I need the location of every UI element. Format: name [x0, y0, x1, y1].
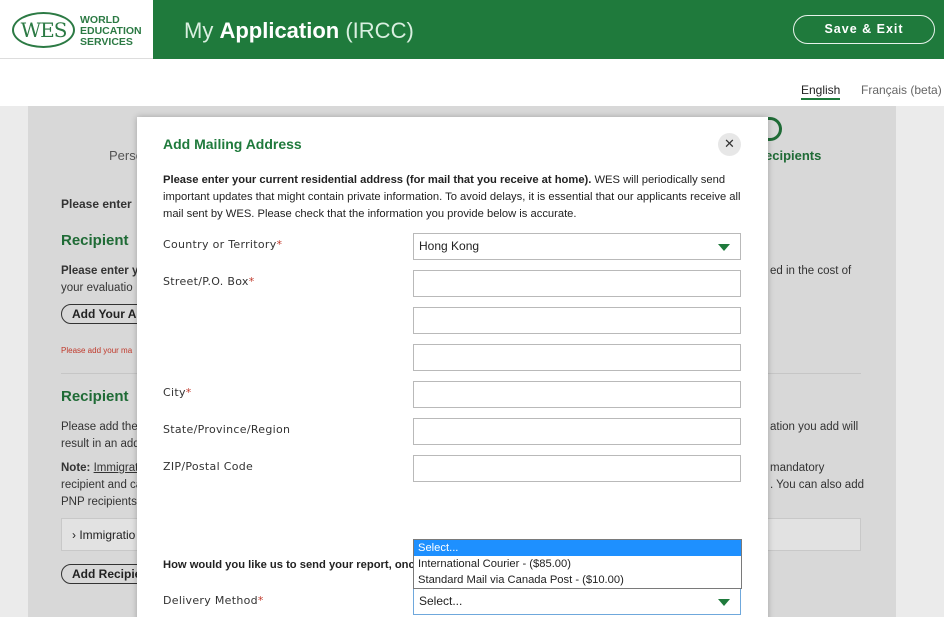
bg-text-line: ation you add will	[770, 421, 859, 433]
country-label: Country or Territory*	[163, 238, 283, 251]
bg-recipient-heading: Recipient	[61, 388, 129, 405]
dropdown-option[interactable]: Standard Mail via Canada Post - ($10.00)	[414, 572, 741, 588]
bg-note: Note: Immigrat	[61, 462, 139, 474]
bg-text-line: recipient and ca	[61, 479, 143, 491]
bg-text-line: PNP recipients	[61, 496, 137, 508]
state-input[interactable]	[413, 418, 741, 445]
bg-text-line: your evaluatio	[61, 282, 133, 294]
delivery-method-dropdown: Select... International Courier - ($85.0…	[413, 539, 742, 589]
dropdown-option[interactable]: Select...	[414, 540, 741, 556]
street-label: Street/P.O. Box*	[163, 275, 255, 288]
street-line2-input[interactable]	[413, 307, 741, 334]
close-icon[interactable]: ✕	[718, 133, 741, 156]
street-line1-input[interactable]	[413, 270, 741, 297]
dropdown-option[interactable]: International Courier - ($85.00)	[414, 556, 741, 572]
bg-text-line: Please add the	[61, 421, 138, 433]
app-header: WES WORLD EDUCATION SERVICES My Applicat…	[0, 0, 944, 59]
zip-label: ZIP/Postal Code	[163, 460, 254, 473]
bg-please-enter: Please enter	[61, 197, 132, 211]
bg-error-text: Please add your ma	[61, 346, 133, 355]
language-bar: English Français (beta)	[0, 59, 944, 106]
delivery-question: How would you like us to send your repor…	[163, 559, 413, 571]
save-exit-button[interactable]: Save & Exit	[793, 15, 935, 44]
accordion-label: Immigratio	[79, 528, 136, 542]
wes-logo[interactable]: WES WORLD EDUCATION SERVICES	[0, 0, 153, 59]
chevron-down-icon	[718, 244, 730, 251]
page-title: My Application (IRCC)	[184, 18, 414, 43]
city-label: City*	[163, 386, 192, 399]
logo-wordmark: WORLD EDUCATION SERVICES	[80, 14, 142, 48]
bg-text-line: result in an add	[61, 438, 140, 450]
modal-title: Add Mailing Address	[163, 136, 302, 152]
country-select[interactable]: Hong Kong	[413, 233, 741, 260]
city-input[interactable]	[413, 381, 741, 408]
delivery-method-select[interactable]: Select...	[413, 588, 741, 615]
language-french-link[interactable]: Français (beta)	[861, 83, 942, 97]
street-line3-input[interactable]	[413, 344, 741, 371]
logo-mark: WES	[12, 12, 75, 48]
state-label: State/Province/Region	[163, 423, 291, 436]
step-recipients-label: ecipients	[765, 148, 822, 163]
language-english-link[interactable]: English	[801, 83, 841, 100]
delivery-label: Delivery Method*	[163, 594, 264, 607]
chevron-right-icon: ›	[72, 528, 76, 542]
bg-recipient-heading: Recipient	[61, 232, 129, 249]
modal-intro: Please enter your current residential ad…	[163, 174, 741, 220]
bg-text-line: Please enter yo	[61, 265, 146, 277]
zip-input[interactable]	[413, 455, 741, 482]
chevron-down-icon	[718, 599, 730, 606]
bg-text-line: mandatory	[770, 462, 825, 474]
bg-text-line: . You can also add	[770, 479, 864, 491]
bg-text-line: ed in the cost of	[770, 265, 852, 277]
